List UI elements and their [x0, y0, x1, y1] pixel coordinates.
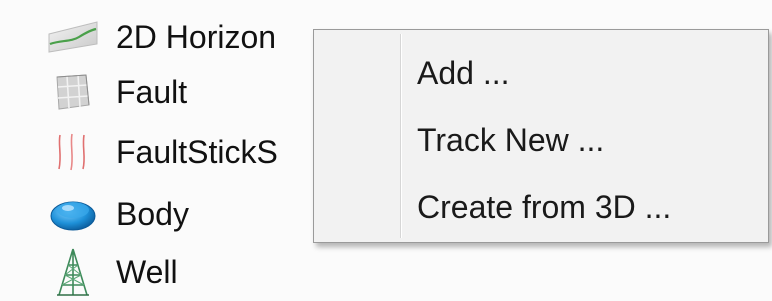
menu-item-label: Create from 3D ...	[417, 189, 672, 225]
tree-item-body[interactable]: Body	[44, 188, 189, 240]
context-menu: Add ... Track New ... Create from 3D ...	[313, 29, 769, 243]
menu-item-label: Track New ...	[417, 122, 605, 158]
tree-item-faultsticks[interactable]: FaultStickS	[44, 126, 278, 178]
menu-item-add[interactable]: Add ...	[317, 43, 765, 103]
tree-item-2d-horizon[interactable]: 2D Horizon	[44, 11, 276, 63]
tree-item-label: Body	[116, 196, 189, 232]
body-icon	[44, 188, 102, 240]
fault-icon	[44, 66, 102, 118]
tree-item-label: 2D Horizon	[116, 19, 277, 55]
tree-item-fault[interactable]: Fault	[44, 66, 187, 118]
2d-horizon-icon	[44, 11, 102, 63]
tree-item-well[interactable]: Well	[44, 246, 178, 298]
fault-sticks-icon	[44, 126, 102, 178]
menu-item-label: Add ...	[417, 55, 510, 91]
well-icon	[44, 246, 102, 298]
menu-item-track-new[interactable]: Track New ...	[317, 110, 765, 170]
tree-item-label: FaultStickS	[116, 134, 278, 170]
tree-item-label: Fault	[116, 74, 188, 110]
tree-item-label: Well	[116, 254, 178, 290]
menu-item-create-from-3d[interactable]: Create from 3D ...	[317, 177, 765, 237]
